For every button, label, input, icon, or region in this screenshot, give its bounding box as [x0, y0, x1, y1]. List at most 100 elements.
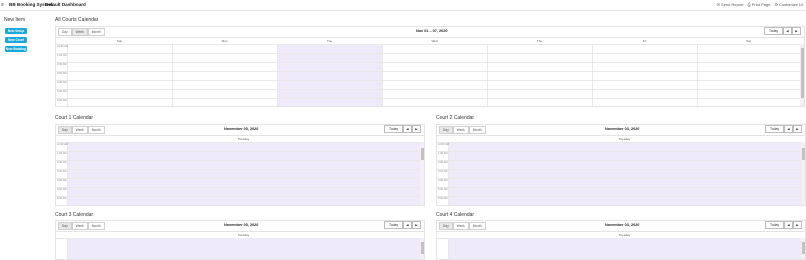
time-slot-row[interactable]: 2:00 AM	[56, 160, 420, 169]
send-report-label: Send Report	[721, 2, 744, 7]
date-nav: ◀ ▶	[403, 125, 421, 133]
today-button[interactable]: Today	[765, 221, 785, 229]
new-setup-button[interactable]: New Setup	[5, 28, 27, 34]
view-week-button[interactable]: Week	[452, 126, 469, 134]
time-slot-row[interactable]: 12:00 AM	[437, 142, 801, 151]
view-day-button[interactable]: Day	[58, 222, 72, 230]
time-slot-row[interactable]: 5:00 AM	[56, 89, 800, 98]
time-slot-row[interactable]: 4:00 AM	[56, 80, 800, 89]
prev-arrow-icon[interactable]: ◀	[783, 27, 792, 35]
top-actions: ✉Send Report ⎙Print Page ⚙Customize UI	[717, 2, 803, 7]
time-label: 4:00 AM	[438, 179, 448, 182]
time-slot-row[interactable]: 3:00 AM	[56, 71, 800, 80]
next-arrow-icon[interactable]: ▶	[412, 125, 421, 133]
new-court-button[interactable]: New Court	[5, 37, 27, 43]
today-button[interactable]: Today	[384, 221, 404, 229]
time-slot-row[interactable]: 1:00 AM	[437, 151, 801, 160]
view-month-button[interactable]: Month	[87, 28, 105, 36]
customize-ui-button[interactable]: ⚙Customize UI	[774, 2, 803, 7]
view-day-button[interactable]: Day	[439, 222, 453, 230]
today-button[interactable]: Today	[384, 125, 404, 133]
court-3-date-title: November 03, 2020	[224, 223, 259, 227]
week-grid-scrollbar[interactable]	[800, 44, 804, 106]
court-1-time-grid: 12:00 AM 1:00 AM 2:00 AM 3:00 AM 4:00 AM…	[56, 142, 420, 205]
time-slot-row[interactable]: 6:00 AM	[56, 196, 420, 205]
time-slot-row[interactable]: 3:00 AM	[437, 169, 801, 178]
time-label: 6:00 AM	[438, 197, 448, 200]
today-button[interactable]: Today	[764, 27, 784, 35]
dashboard-title: Default Dashboard	[45, 2, 86, 7]
time-slot-row[interactable]: 4:00 AM	[56, 178, 420, 187]
time-slot-row[interactable]: 5:00 AM	[56, 187, 420, 196]
scrollbar-thumb[interactable]	[800, 48, 804, 98]
scrollbar-thumb[interactable]	[420, 148, 424, 160]
next-arrow-icon[interactable]: ▶	[793, 125, 802, 133]
prev-arrow-icon[interactable]: ◀	[784, 221, 793, 229]
week-time-grid: 12:00 AM 1:00 AM 2:00 AM 3:00 AM 4:00 AM…	[56, 44, 800, 106]
time-slot-row[interactable]: 1:00 AM	[56, 53, 800, 62]
time-label: 5:00 AM	[57, 90, 67, 93]
view-day-button[interactable]: Day	[58, 28, 72, 36]
gear-icon: ⚙	[774, 2, 778, 7]
new-booking-button[interactable]: New Booking	[5, 46, 27, 52]
time-label: 2:00 AM	[438, 161, 448, 164]
view-month-button[interactable]: Month	[468, 222, 486, 230]
next-arrow-icon[interactable]: ▶	[793, 221, 802, 229]
view-month-button[interactable]: Month	[87, 222, 105, 230]
court-1-scrollbar[interactable]	[420, 142, 424, 205]
court-3-scrollbar[interactable]	[420, 238, 424, 259]
court-2-calendar: Day Week Month November 03, 2020 Today ◀…	[436, 124, 806, 206]
time-slot-row[interactable]: 2:00 AM	[437, 160, 801, 169]
print-page-button[interactable]: ⎙Print Page	[748, 2, 771, 7]
time-slot-row[interactable]: 3:00 AM	[56, 169, 420, 178]
time-label: 3:00 AM	[438, 170, 448, 173]
time-label: 1:00 AM	[57, 54, 67, 57]
date-nav: ◀ ▶	[784, 125, 802, 133]
view-month-button[interactable]: Month	[87, 126, 105, 134]
view-week-button[interactable]: Week	[71, 222, 88, 230]
court-4-time-grid	[437, 238, 801, 259]
view-switcher: Day Week Month	[439, 126, 486, 134]
time-slot-row[interactable]: 5:00 AM	[437, 187, 801, 196]
scrollbar-thumb[interactable]	[801, 148, 805, 160]
time-slot-row[interactable]: 4:00 AM	[437, 178, 801, 187]
prev-arrow-icon[interactable]: ◀	[784, 125, 793, 133]
time-slot-row[interactable]: 12:00 AM	[56, 142, 420, 151]
send-report-button[interactable]: ✉Send Report	[717, 2, 744, 7]
view-day-button[interactable]: Day	[439, 126, 453, 134]
view-week-button[interactable]: Week	[71, 126, 88, 134]
court-2-scrollbar[interactable]	[801, 142, 805, 205]
court-1-date-title: November 03, 2020	[224, 127, 259, 131]
time-label: 12:00 AM	[57, 143, 68, 146]
time-slot-row[interactable]: 6:00 AM	[437, 196, 801, 205]
scrollbar-thumb[interactable]	[420, 242, 424, 254]
view-day-button[interactable]: Day	[58, 126, 72, 134]
view-week-button[interactable]: Week	[71, 28, 88, 36]
customize-ui-label: Customize UI	[778, 2, 803, 7]
court-4-scrollbar[interactable]	[801, 238, 805, 259]
highlighted-day-column	[67, 238, 420, 259]
view-month-button[interactable]: Month	[468, 126, 486, 134]
menu-icon[interactable]: ≡	[1, 2, 4, 8]
today-button[interactable]: Today	[765, 125, 785, 133]
date-nav: ◀ ▶	[403, 221, 421, 229]
time-slot-row[interactable]: 6:00 AM	[56, 98, 800, 106]
court-2-time-grid: 12:00 AM 1:00 AM 2:00 AM 3:00 AM 4:00 AM…	[437, 142, 801, 205]
time-slot-row[interactable]: 12:00 AM	[56, 44, 800, 53]
view-week-button[interactable]: Week	[452, 222, 469, 230]
time-label: 5:00 AM	[438, 188, 448, 191]
date-nav: ◀ ▶	[783, 27, 801, 35]
scrollbar-thumb[interactable]	[801, 242, 805, 254]
prev-arrow-icon[interactable]: ◀	[403, 221, 412, 229]
prev-arrow-icon[interactable]: ◀	[403, 125, 412, 133]
top-bar: ≡ BB Booking System · Default Dashboard …	[0, 0, 806, 11]
time-label: 2:00 AM	[57, 161, 67, 164]
time-slot-row[interactable]: 1:00 AM	[56, 151, 420, 160]
all-courts-calendar-title: All Courts Calendar	[55, 17, 99, 23]
time-slot-row[interactable]: 2:00 AM	[56, 62, 800, 71]
grid-line	[67, 238, 68, 259]
next-arrow-icon[interactable]: ▶	[792, 27, 801, 35]
court-2-calendar-title: Court 2 Calendar	[436, 115, 475, 121]
next-arrow-icon[interactable]: ▶	[412, 221, 421, 229]
grid-line	[448, 238, 449, 259]
